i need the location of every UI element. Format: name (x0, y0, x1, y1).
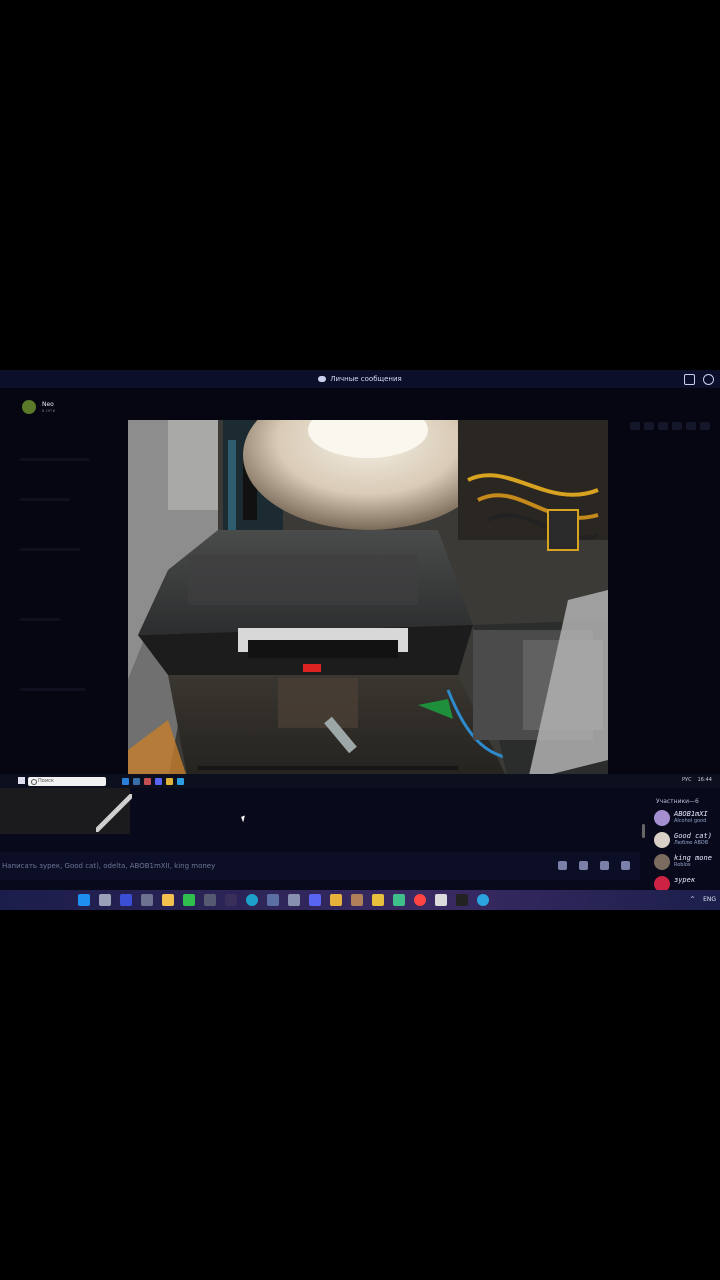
dm-user-name[interactable]: Neo (42, 401, 55, 408)
taskbar-icons (78, 894, 489, 906)
help-icon[interactable] (703, 374, 714, 385)
calendar-icon[interactable] (288, 894, 300, 906)
member-list-title: Участники—6 (656, 798, 699, 805)
member-status: Alcohol good (674, 818, 707, 824)
download-icon[interactable] (658, 422, 668, 430)
discord-icon (318, 376, 327, 382)
image-viewer-toolbar (630, 422, 710, 430)
rotate-icon[interactable] (672, 422, 682, 430)
avatar (654, 810, 670, 826)
search-input: Поиск (28, 776, 106, 786)
windows-icon[interactable] (78, 894, 90, 906)
member-status: Roblox (674, 862, 691, 868)
message-input[interactable]: Написать зурек, Good cat), odelta, ABOB1… (0, 852, 640, 880)
discord-icon (155, 777, 162, 785)
folder-icon[interactable] (330, 894, 342, 906)
dm-user-status: в сети (42, 408, 56, 413)
app-icon (144, 777, 151, 785)
check-icon[interactable] (393, 894, 405, 906)
member-item[interactable]: king mone Roblox (654, 854, 712, 870)
h-app-icon[interactable] (183, 894, 195, 906)
windows-taskbar: ^ ENG (0, 890, 720, 910)
member-status: Люблю ABOB (674, 840, 709, 846)
inner-system-tray: РУС 16:44 (682, 777, 712, 783)
member-name: зурек (674, 876, 696, 884)
search-icon[interactable] (99, 894, 111, 906)
game-icon[interactable] (351, 894, 363, 906)
member-item[interactable]: Good cat) Люблю ABOB (654, 832, 712, 848)
gif-icon[interactable] (558, 861, 567, 870)
close-icon[interactable] (700, 422, 710, 430)
chevron-up-icon[interactable]: ^ (690, 896, 695, 903)
scrollbar[interactable] (642, 824, 645, 838)
avatar (654, 832, 670, 848)
more-icon[interactable] (686, 422, 696, 430)
store-icon[interactable] (267, 894, 279, 906)
tray-time: 16:44 (697, 777, 712, 783)
window-title: Личные сообщения (330, 375, 402, 383)
window-title-bar: Личные сообщения (0, 370, 720, 388)
app-icon[interactable] (372, 894, 384, 906)
desktop-screen: Личные сообщения Neo в сети Поиск РУС 16… (0, 370, 720, 910)
message-placeholder (20, 458, 90, 461)
system-tray: ^ ENG (690, 896, 716, 903)
language-indicator[interactable]: ENG (703, 896, 716, 903)
telegram-icon[interactable] (477, 894, 489, 906)
dm-chat-area: Neo в сети (0, 388, 720, 780)
message-placeholder (20, 618, 60, 621)
app-icon[interactable] (225, 894, 237, 906)
windows-icon (18, 777, 25, 784)
discord-icon[interactable] (309, 894, 321, 906)
dm-header: Neo в сети (22, 400, 55, 414)
avatar (654, 854, 670, 870)
chat-lower-panel: Написать зурек, Good cat), odelta, ABOB1… (0, 788, 720, 892)
notes-icon[interactable] (162, 894, 174, 906)
app-icon (122, 777, 129, 785)
search-placeholder: Поиск (38, 777, 54, 784)
message-placeholder (20, 498, 70, 501)
share-icon[interactable] (644, 422, 654, 430)
member-name: king mone (674, 854, 712, 862)
pycharm-icon[interactable] (120, 894, 132, 906)
folder-icon (166, 777, 173, 785)
avatar[interactable] (22, 400, 36, 414)
message-placeholder (20, 548, 80, 551)
edge-icon[interactable] (246, 894, 258, 906)
app-icon (177, 777, 184, 785)
message-placeholder (20, 688, 86, 691)
video-thumbnail[interactable] (0, 788, 132, 834)
zoom-icon[interactable] (630, 422, 640, 430)
pc-internals-photo (128, 420, 608, 780)
member-name: ABOB1mXI (674, 810, 708, 818)
sticker-icon[interactable] (579, 861, 588, 870)
member-list: Участники—6 ABOB1mXI Alcohol good Good ca… (648, 788, 720, 892)
tray-language: РУС (682, 777, 692, 783)
app-icon (133, 777, 140, 785)
explorer-icon[interactable] (141, 894, 153, 906)
yandex-icon[interactable] (414, 894, 426, 906)
apps-icon[interactable] (621, 861, 630, 870)
app-icon[interactable] (435, 894, 447, 906)
capcut-icon[interactable] (456, 894, 468, 906)
member-name: Good cat) (674, 832, 712, 840)
inbox-icon[interactable] (684, 374, 695, 385)
screenshot-taskbar: Поиск РУС 16:44 (0, 774, 720, 788)
emoji-icon[interactable] (600, 861, 609, 870)
inner-taskbar-icons (122, 777, 184, 785)
attached-photo[interactable] (128, 420, 608, 780)
member-item[interactable]: ABOB1mXI Alcohol good (654, 810, 708, 826)
message-input-placeholder: Написать зурек, Good cat), odelta, ABOB1… (2, 862, 216, 870)
app-icon[interactable] (204, 894, 216, 906)
mouse-cursor-icon (241, 815, 247, 823)
